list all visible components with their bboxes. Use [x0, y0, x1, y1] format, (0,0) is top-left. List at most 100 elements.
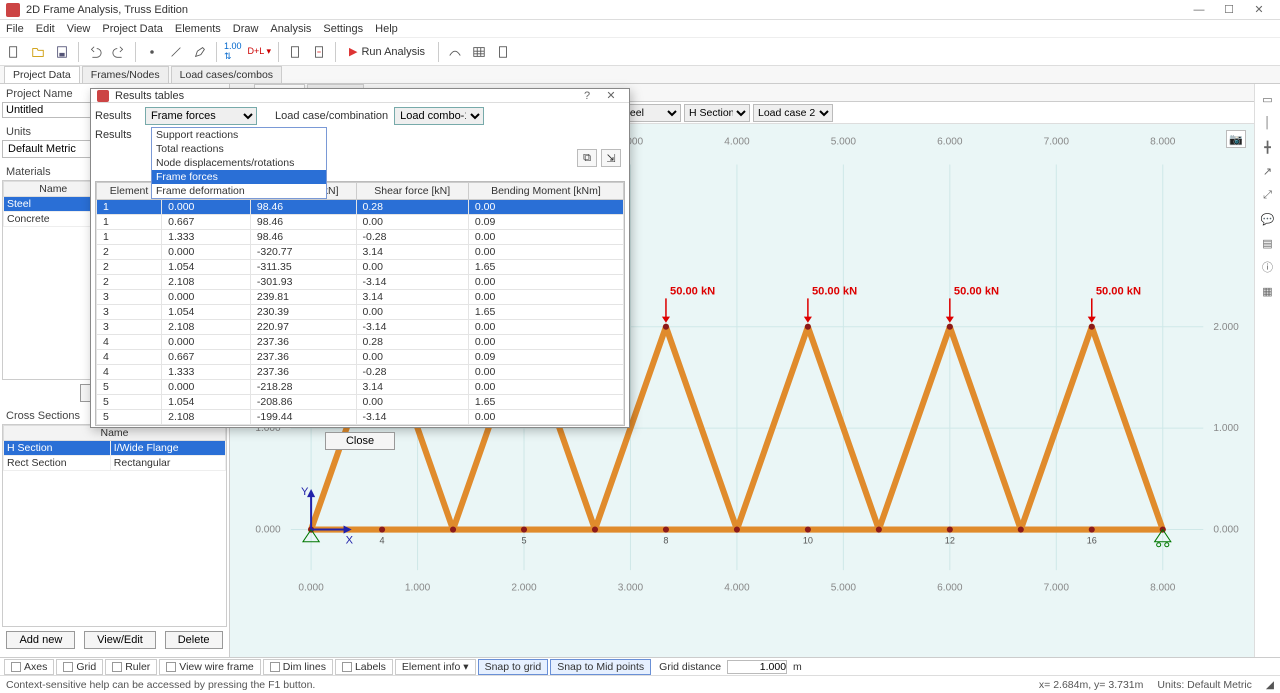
menu-help[interactable]: Help — [375, 23, 398, 35]
results-col[interactable]: Bending Moment [kNm] — [468, 183, 623, 200]
results-row[interactable]: 30.000239.813.140.00 — [97, 290, 624, 305]
results-dropdown-open[interactable]: Support reactions Total reactions Node d… — [151, 127, 327, 199]
status-coords: x= 2.684m, y= 3.731m — [1039, 679, 1143, 691]
toggle-dimlines[interactable]: Dim lines — [263, 659, 333, 675]
rs-expand-icon[interactable]: ⤢ — [1259, 186, 1277, 204]
delete-section-button[interactable]: Delete — [165, 631, 223, 649]
status-units: Units: Default Metric — [1157, 679, 1252, 691]
loadcase-combo-select[interactable]: Load combo-1 — [394, 107, 484, 125]
results-row[interactable]: 40.000237.360.280.00 — [97, 335, 624, 350]
menu-project-data[interactable]: Project Data — [102, 23, 163, 35]
copy-table-icon[interactable]: ⧉ — [577, 149, 597, 167]
rs-hline-icon[interactable]: ╋ — [1259, 138, 1277, 156]
rs-doc-icon[interactable]: ▤ — [1259, 234, 1277, 252]
toggle-grid[interactable]: Grid — [56, 659, 103, 675]
toggle-ruler[interactable]: Ruler — [105, 659, 157, 675]
export-icon[interactable] — [309, 42, 329, 62]
svg-text:0.000: 0.000 — [255, 525, 281, 536]
menu-elements[interactable]: Elements — [175, 23, 221, 35]
section-select[interactable]: H Section — [684, 104, 750, 122]
redo-icon[interactable] — [109, 42, 129, 62]
results-row[interactable]: 52.108-199.44-3.140.00 — [97, 410, 624, 425]
svg-text:0.000: 0.000 — [298, 582, 324, 593]
svg-text:X: X — [346, 535, 354, 547]
snap-to-grid[interactable]: Snap to grid — [478, 659, 549, 675]
open-icon[interactable] — [28, 42, 48, 62]
curve-icon[interactable] — [445, 42, 465, 62]
svg-text:0.000: 0.000 — [1213, 525, 1239, 536]
svg-text:4.000: 4.000 — [724, 136, 750, 147]
menu-view[interactable]: View — [67, 23, 91, 35]
results-table-wrap[interactable]: ElementLocation [m]Axial force [kN]Shear… — [95, 181, 625, 426]
results-row[interactable]: 32.108220.97-3.140.00 — [97, 320, 624, 335]
view-section-button[interactable]: View/Edit — [84, 631, 156, 649]
rs-comment-icon[interactable]: 💬 — [1259, 210, 1277, 228]
run-analysis-button[interactable]: ▶ Run Analysis — [342, 42, 432, 61]
menu-file[interactable]: File — [6, 23, 24, 35]
camera-icon[interactable]: 📷 — [1226, 130, 1246, 148]
rs-arrow-icon[interactable]: ↗ — [1259, 162, 1277, 180]
svg-text:50.00 kN: 50.00 kN — [954, 285, 999, 297]
loadcase-select[interactable]: Load case 2 — [753, 104, 833, 122]
report-icon[interactable] — [285, 42, 305, 62]
results-row[interactable]: 11.33398.46-0.280.00 — [97, 230, 624, 245]
results-row[interactable]: 10.66798.460.000.09 — [97, 215, 624, 230]
close-button[interactable]: ✕ — [1244, 1, 1274, 19]
dialog-close-footer-button[interactable]: Close — [325, 432, 395, 450]
toggle-wireframe[interactable]: View wire frame — [159, 659, 261, 675]
dropdown-option[interactable]: Total reactions — [152, 142, 326, 156]
toggle-axes[interactable]: Axes — [4, 659, 54, 675]
grid-dist-input[interactable] — [727, 660, 787, 674]
results-row[interactable]: 10.00098.460.280.00 — [97, 200, 624, 215]
rs-info-icon[interactable]: ⓘ — [1259, 258, 1277, 276]
menu-draw[interactable]: Draw — [233, 23, 259, 35]
doc-icon[interactable] — [493, 42, 513, 62]
results-row[interactable]: 21.054-311.350.001.65 — [97, 260, 624, 275]
undo-icon[interactable] — [85, 42, 105, 62]
new-icon[interactable] — [4, 42, 24, 62]
node-icon[interactable] — [142, 42, 162, 62]
minimize-button[interactable]: — — [1184, 1, 1214, 19]
results-row[interactable]: 20.000-320.773.140.00 — [97, 245, 624, 260]
results-row[interactable]: 31.054230.390.001.65 — [97, 305, 624, 320]
results-select[interactable]: Frame forces — [145, 107, 257, 125]
snap-to-mid[interactable]: Snap to Mid points — [550, 659, 651, 675]
export-table-icon[interactable]: ⇲ — [601, 149, 621, 167]
toggle-labels[interactable]: Labels — [335, 659, 393, 675]
svg-text:8.000: 8.000 — [1150, 136, 1176, 147]
dialog-close-button[interactable]: ✕ — [599, 89, 623, 102]
tab-frames-nodes[interactable]: Frames/Nodes — [82, 66, 169, 83]
add-section-button[interactable]: Add new — [6, 631, 75, 649]
tab-load-cases[interactable]: Load cases/combos — [171, 66, 282, 83]
results-row[interactable]: 51.054-208.860.001.65 — [97, 395, 624, 410]
grid-dist-unit: m — [793, 661, 802, 673]
play-icon: ▶ — [349, 45, 357, 58]
menu-settings[interactable]: Settings — [323, 23, 363, 35]
rs-cursor-icon[interactable]: ▭ — [1259, 90, 1277, 108]
menu-analysis[interactable]: Analysis — [270, 23, 311, 35]
results-col[interactable]: Shear force [kN] — [356, 183, 468, 200]
dropdown-option[interactable]: Frame deformation — [152, 184, 326, 198]
dialog-help-button[interactable]: ? — [575, 90, 599, 102]
results-row[interactable]: 40.667237.360.000.09 — [97, 350, 624, 365]
results-label: Results — [95, 110, 139, 122]
edit-icon[interactable] — [190, 42, 210, 62]
table-icon[interactable] — [469, 42, 489, 62]
element-info[interactable]: Element info ▾ — [395, 659, 476, 675]
units-icon[interactable]: 1.00⇅ — [223, 42, 243, 62]
results-row[interactable]: 41.333237.36-0.280.00 — [97, 365, 624, 380]
save-icon[interactable] — [52, 42, 72, 62]
maximize-button[interactable]: ☐ — [1214, 1, 1244, 19]
frame-icon[interactable] — [166, 42, 186, 62]
left-tabs: Project Data Frames/Nodes Load cases/com… — [0, 66, 1280, 84]
dropdown-option[interactable]: Node displacements/rotations — [152, 156, 326, 170]
results-row[interactable]: 50.000-218.283.140.00 — [97, 380, 624, 395]
rs-vline-icon[interactable]: │ — [1259, 114, 1277, 132]
menu-edit[interactable]: Edit — [36, 23, 55, 35]
dropdown-option-selected[interactable]: Frame forces — [152, 170, 326, 184]
dl-icon[interactable]: D+L ▾ — [247, 42, 272, 62]
tab-project-data[interactable]: Project Data — [4, 66, 80, 83]
dropdown-option[interactable]: Support reactions — [152, 128, 326, 142]
results-row[interactable]: 22.108-301.93-3.140.00 — [97, 275, 624, 290]
rs-table-icon[interactable]: ▦ — [1259, 282, 1277, 300]
